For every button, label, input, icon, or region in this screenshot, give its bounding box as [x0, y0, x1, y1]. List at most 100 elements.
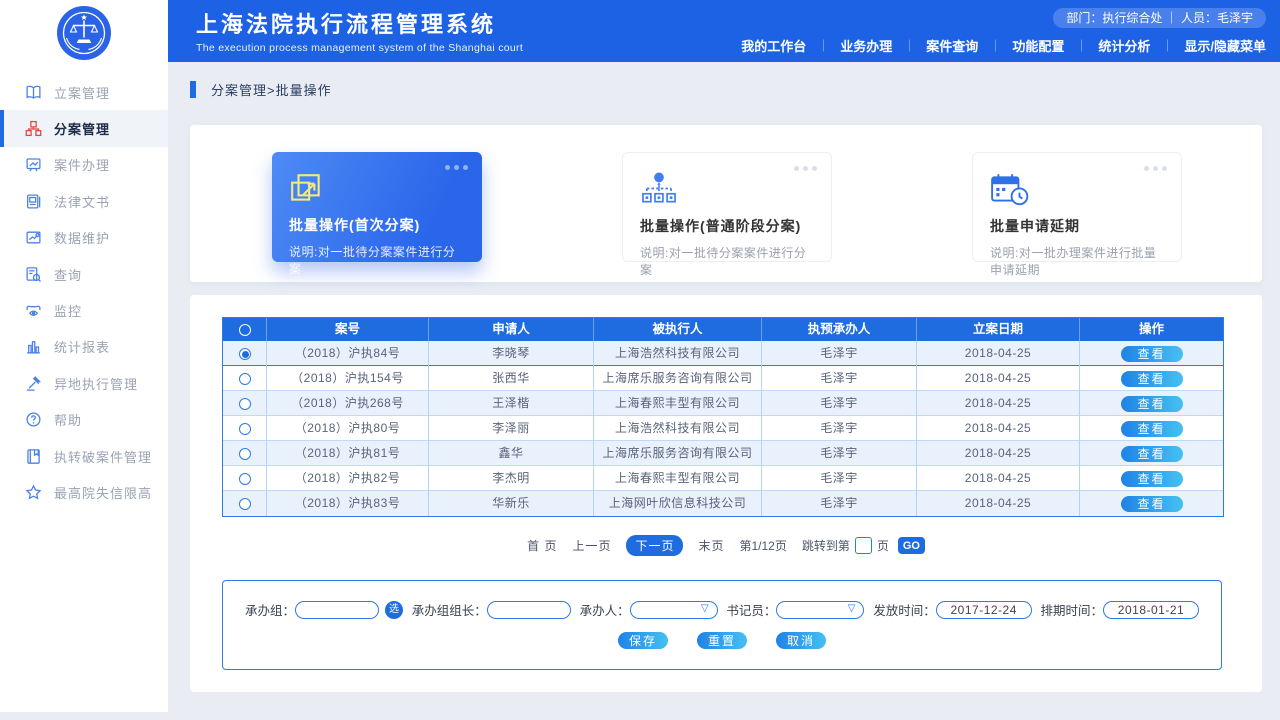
view-button[interactable]: 查看: [1121, 396, 1183, 412]
cell-filing-date: 2018-04-25: [917, 341, 1080, 366]
sidebar-item-legal-documents[interactable]: 法律文书: [0, 183, 168, 219]
cell-applicant: 王泽楷: [429, 391, 594, 416]
clerk-label: 书记员：: [726, 600, 776, 619]
nav-business-handling[interactable]: 业务办理: [840, 36, 892, 55]
nav-show-hide-menu[interactable]: 显示/隐藏菜单: [1184, 36, 1266, 55]
sidebar-item-statistics-reports[interactable]: 统计报表: [0, 329, 168, 365]
top-nav: 我的工作台 ｜ 业务办理 ｜ 案件查询 ｜ 功能配置 ｜ 统计分析 ｜ 显示/隐…: [741, 36, 1266, 55]
pick-group-button[interactable]: 选: [385, 601, 403, 619]
issue-date-picker[interactable]: 2017-12-24: [936, 601, 1032, 619]
more-dots-icon: [794, 166, 817, 171]
field-issue-date: 发放时间： 2017-12-24: [873, 600, 1032, 619]
go-button[interactable]: GO: [898, 537, 925, 554]
more-dots-icon: [445, 165, 468, 170]
reset-button[interactable]: 重置: [697, 632, 747, 649]
column-header-case-no: 案号: [267, 318, 429, 341]
view-button[interactable]: 查看: [1121, 471, 1183, 487]
group-leader-label: 承办组组长：: [412, 600, 487, 619]
group-leader-input[interactable]: [487, 601, 571, 619]
clerk-select[interactable]: ▽: [776, 601, 864, 619]
cell-applicant: 鑫华: [429, 441, 594, 466]
view-button[interactable]: 查看: [1121, 371, 1183, 387]
more-dots-icon: [1144, 166, 1167, 171]
nav-separator: ｜: [989, 37, 1001, 54]
nav-statistics-analysis[interactable]: 统计分析: [1098, 36, 1150, 55]
pagination-first[interactable]: 首 页: [527, 537, 557, 554]
app-window: 立案管理 分案管理 案件办理 法律文书: [0, 0, 1280, 720]
sidebar-item-remote-execution[interactable]: 异地执行管理: [0, 365, 168, 401]
row-radio[interactable]: [239, 473, 251, 485]
breadcrumb-text: 分案管理>批量操作: [211, 80, 332, 99]
cell-handler: 毛泽宇: [762, 466, 917, 491]
star-icon: [25, 483, 43, 501]
sidebar-item-query[interactable]: 查询: [0, 256, 168, 292]
handler-select[interactable]: ▽: [630, 601, 718, 619]
cell-applicant: 李晓琴: [429, 341, 594, 366]
sidebar-item-case-handling[interactable]: 案件办理: [0, 147, 168, 183]
sidebar-item-bankruptcy-cases[interactable]: 执转破案件管理: [0, 438, 168, 474]
select-all-cell: [223, 318, 267, 341]
row-radio[interactable]: [239, 498, 251, 510]
row-radio[interactable]: [239, 373, 251, 385]
view-button[interactable]: 查看: [1121, 496, 1183, 512]
dropdown-arrow-icon: ▽: [701, 603, 709, 614]
view-button[interactable]: 查看: [1121, 446, 1183, 462]
cell-case-no: （2018）沪执81号: [267, 441, 429, 466]
help-icon: [25, 411, 43, 429]
pagination-next[interactable]: 下一页: [626, 535, 683, 556]
sidebar-item-supreme-court-dishonest[interactable]: 最高院失信限高: [0, 474, 168, 510]
field-handler-group: 承办组： 选: [245, 600, 403, 619]
sidebar-item-monitoring[interactable]: 监控: [0, 292, 168, 328]
row-radio[interactable]: [239, 423, 251, 435]
sidebar-item-data-maintenance[interactable]: 数据维护: [0, 220, 168, 256]
sidebar: 立案管理 分案管理 案件办理 法律文书: [0, 0, 168, 712]
card-title: 批量操作(首次分案): [289, 215, 465, 235]
card-batch-first-assignment[interactable]: 批量操作(首次分案) 说明:对一批待分案案件进行分案: [272, 152, 482, 262]
pagination-jump: 跳转到第 页 GO: [802, 537, 925, 554]
column-header-actions: 操作: [1080, 318, 1223, 341]
cell-handler: 毛泽宇: [762, 491, 917, 516]
row-radio[interactable]: [239, 398, 251, 410]
select-all-radio[interactable]: [239, 324, 251, 336]
view-button[interactable]: 查看: [1121, 421, 1183, 437]
card-batch-stage-assignment[interactable]: 批量操作(普通阶段分案) 说明:对一批待分案案件进行分案: [622, 152, 832, 262]
card-batch-extension-request[interactable]: 批量申请延期 说明:对一批办理案件进行批量申请延期: [972, 152, 1182, 262]
assignment-form: 承办组： 选 承办组组长： 承办人： ▽ 书记员：: [222, 580, 1222, 670]
calendar-clock-icon: [990, 166, 1164, 208]
cell-applicant: 李泽丽: [429, 416, 594, 441]
nav-function-config[interactable]: 功能配置: [1012, 36, 1064, 55]
view-button[interactable]: 查看: [1121, 346, 1183, 362]
app-subtitle: The execution process management system …: [196, 42, 523, 54]
dropdown-arrow-icon: ▽: [848, 603, 856, 614]
field-schedule-date: 排期时间： 2018-01-21: [1040, 600, 1199, 619]
sidebar-item-help[interactable]: 帮助: [0, 402, 168, 438]
row-radio[interactable]: [239, 348, 251, 360]
column-header-respondent: 被执行人: [594, 318, 762, 341]
cell-filing-date: 2018-04-25: [917, 441, 1080, 466]
nav-separator: ｜: [903, 37, 915, 54]
cell-filing-date: 2018-04-25: [917, 491, 1080, 516]
cell-handler: 毛泽宇: [762, 441, 917, 466]
table-row: （2018）沪执84号 李晓琴 上海浩然科技有限公司 毛泽宇 2018-04-2…: [223, 341, 1223, 366]
cell-case-no: （2018）沪执80号: [267, 416, 429, 441]
sidebar-item-case-assignment[interactable]: 分案管理: [0, 110, 168, 146]
sidebar-item-case-filing[interactable]: 立案管理: [0, 74, 168, 110]
nav-case-query[interactable]: 案件查询: [926, 36, 978, 55]
jump-page-input[interactable]: [855, 537, 872, 554]
cancel-button[interactable]: 取消: [776, 632, 826, 649]
schedule-date-picker[interactable]: 2018-01-21: [1103, 601, 1199, 619]
cell-respondent: 上海网叶欣信息科技公司: [594, 491, 762, 516]
column-header-applicant: 申请人: [429, 318, 594, 341]
pagination-prev[interactable]: 上一页: [572, 537, 611, 554]
nav-my-workbench[interactable]: 我的工作台: [741, 36, 806, 55]
card-description: 说明:对一批办理案件进行批量申请延期: [990, 244, 1164, 278]
cell-respondent: 上海席乐服务咨询有限公司: [594, 441, 762, 466]
jump-suffix-label: 页: [877, 537, 889, 554]
pagination-last[interactable]: 末页: [698, 537, 724, 554]
save-button[interactable]: 保存: [618, 632, 668, 649]
handler-group-input[interactable]: [295, 601, 379, 619]
document-icon: [25, 192, 43, 210]
cell-filing-date: 2018-04-25: [917, 416, 1080, 441]
table-row: （2018）沪执80号 李泽丽 上海浩然科技有限公司 毛泽宇 2018-04-2…: [223, 416, 1223, 441]
row-radio[interactable]: [239, 448, 251, 460]
